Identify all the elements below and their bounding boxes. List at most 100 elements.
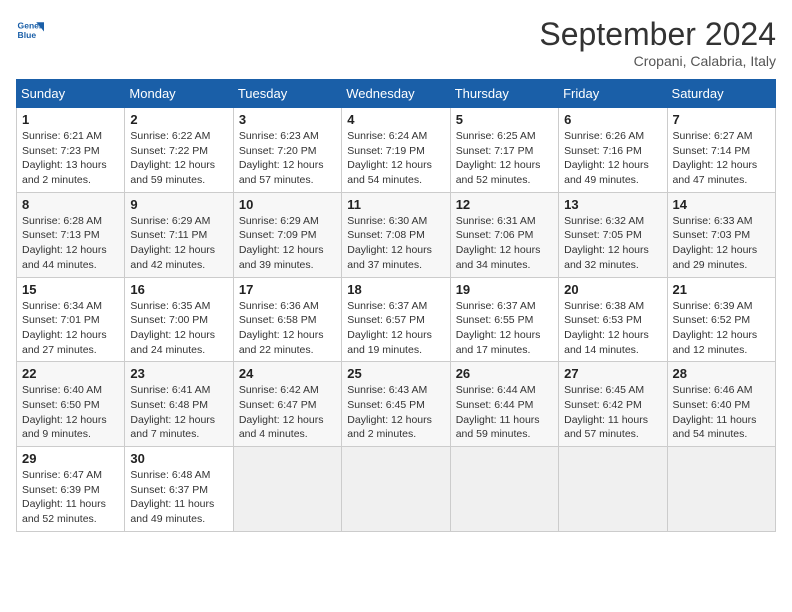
day-number: 3 — [239, 112, 336, 127]
calendar-day-cell: 1 Sunrise: 6:21 AMSunset: 7:23 PMDaylight… — [17, 108, 125, 193]
day-detail: Sunrise: 6:39 AMSunset: 6:52 PMDaylight:… — [673, 299, 770, 358]
calendar-day-cell: 28 Sunrise: 6:46 AMSunset: 6:40 PMDayligh… — [667, 362, 775, 447]
day-of-week-header: Friday — [559, 80, 667, 108]
day-number: 13 — [564, 197, 661, 212]
calendar-day-cell: 9 Sunrise: 6:29 AMSunset: 7:11 PMDaylight… — [125, 192, 233, 277]
calendar-day-cell: 5 Sunrise: 6:25 AMSunset: 7:17 PMDaylight… — [450, 108, 558, 193]
day-detail: Sunrise: 6:30 AMSunset: 7:08 PMDaylight:… — [347, 214, 444, 273]
day-number: 21 — [673, 282, 770, 297]
day-detail: Sunrise: 6:37 AMSunset: 6:55 PMDaylight:… — [456, 299, 553, 358]
calendar-day-cell: 21 Sunrise: 6:39 AMSunset: 6:52 PMDayligh… — [667, 277, 775, 362]
title-block: September 2024 Cropani, Calabria, Italy — [539, 16, 776, 69]
svg-text:Blue: Blue — [18, 30, 37, 40]
calendar-day-cell: 22 Sunrise: 6:40 AMSunset: 6:50 PMDayligh… — [17, 362, 125, 447]
day-detail: Sunrise: 6:25 AMSunset: 7:17 PMDaylight:… — [456, 129, 553, 188]
day-number: 18 — [347, 282, 444, 297]
day-of-week-header: Saturday — [667, 80, 775, 108]
calendar-day-cell — [559, 447, 667, 532]
day-detail: Sunrise: 6:27 AMSunset: 7:14 PMDaylight:… — [673, 129, 770, 188]
day-number: 5 — [456, 112, 553, 127]
calendar-day-cell: 16 Sunrise: 6:35 AMSunset: 7:00 PMDayligh… — [125, 277, 233, 362]
day-detail: Sunrise: 6:38 AMSunset: 6:53 PMDaylight:… — [564, 299, 661, 358]
day-detail: Sunrise: 6:32 AMSunset: 7:05 PMDaylight:… — [564, 214, 661, 273]
day-number: 25 — [347, 366, 444, 381]
day-number: 23 — [130, 366, 227, 381]
calendar-day-cell: 14 Sunrise: 6:33 AMSunset: 7:03 PMDayligh… — [667, 192, 775, 277]
calendar-day-cell: 19 Sunrise: 6:37 AMSunset: 6:55 PMDayligh… — [450, 277, 558, 362]
day-detail: Sunrise: 6:47 AMSunset: 6:39 PMDaylight:… — [22, 468, 119, 527]
day-number: 14 — [673, 197, 770, 212]
calendar-day-cell: 25 Sunrise: 6:43 AMSunset: 6:45 PMDayligh… — [342, 362, 450, 447]
logo-icon: General Blue — [16, 16, 44, 44]
day-number: 29 — [22, 451, 119, 466]
month-title: September 2024 — [539, 16, 776, 53]
day-number: 27 — [564, 366, 661, 381]
day-detail: Sunrise: 6:26 AMSunset: 7:16 PMDaylight:… — [564, 129, 661, 188]
calendar-day-cell: 18 Sunrise: 6:37 AMSunset: 6:57 PMDayligh… — [342, 277, 450, 362]
day-detail: Sunrise: 6:41 AMSunset: 6:48 PMDaylight:… — [130, 383, 227, 442]
calendar-day-cell: 3 Sunrise: 6:23 AMSunset: 7:20 PMDaylight… — [233, 108, 341, 193]
day-detail: Sunrise: 6:48 AMSunset: 6:37 PMDaylight:… — [130, 468, 227, 527]
day-number: 16 — [130, 282, 227, 297]
day-of-week-header: Wednesday — [342, 80, 450, 108]
day-detail: Sunrise: 6:37 AMSunset: 6:57 PMDaylight:… — [347, 299, 444, 358]
day-number: 1 — [22, 112, 119, 127]
day-detail: Sunrise: 6:33 AMSunset: 7:03 PMDaylight:… — [673, 214, 770, 273]
logo: General Blue — [16, 16, 44, 44]
day-number: 20 — [564, 282, 661, 297]
calendar-week-row: 1 Sunrise: 6:21 AMSunset: 7:23 PMDaylight… — [17, 108, 776, 193]
calendar-day-cell: 17Sunrise: 6:36 AMSunset: 6:58 PMDayligh… — [233, 277, 341, 362]
day-detail: Sunrise: 6:35 AMSunset: 7:00 PMDaylight:… — [130, 299, 227, 358]
calendar-day-cell: 12 Sunrise: 6:31 AMSunset: 7:06 PMDayligh… — [450, 192, 558, 277]
calendar-day-cell — [342, 447, 450, 532]
calendar-day-cell — [667, 447, 775, 532]
calendar-day-cell: 15 Sunrise: 6:34 AMSunset: 7:01 PMDayligh… — [17, 277, 125, 362]
day-detail: Sunrise: 6:46 AMSunset: 6:40 PMDaylight:… — [673, 383, 770, 442]
page-header: General Blue September 2024 Cropani, Cal… — [16, 16, 776, 69]
day-detail: Sunrise: 6:29 AMSunset: 7:11 PMDaylight:… — [130, 214, 227, 273]
day-number: 2 — [130, 112, 227, 127]
day-detail: Sunrise: 6:22 AMSunset: 7:22 PMDaylight:… — [130, 129, 227, 188]
calendar-week-row: 22 Sunrise: 6:40 AMSunset: 6:50 PMDayligh… — [17, 362, 776, 447]
day-number: 19 — [456, 282, 553, 297]
calendar-day-cell: 13 Sunrise: 6:32 AMSunset: 7:05 PMDayligh… — [559, 192, 667, 277]
day-detail: Sunrise: 6:21 AMSunset: 7:23 PMDaylight:… — [22, 129, 119, 188]
day-of-week-header: Monday — [125, 80, 233, 108]
day-detail: Sunrise: 6:24 AMSunset: 7:19 PMDaylight:… — [347, 129, 444, 188]
calendar-header-row: SundayMondayTuesdayWednesdayThursdayFrid… — [17, 80, 776, 108]
calendar-day-cell: 23 Sunrise: 6:41 AMSunset: 6:48 PMDayligh… — [125, 362, 233, 447]
calendar-day-cell — [233, 447, 341, 532]
calendar-day-cell: 26Sunrise: 6:44 AMSunset: 6:44 PMDayligh… — [450, 362, 558, 447]
day-detail: Sunrise: 6:34 AMSunset: 7:01 PMDaylight:… — [22, 299, 119, 358]
day-detail: Sunrise: 6:45 AMSunset: 6:42 PMDaylight:… — [564, 383, 661, 442]
day-of-week-header: Sunday — [17, 80, 125, 108]
day-detail: Sunrise: 6:44 AMSunset: 6:44 PMDaylight:… — [456, 383, 553, 442]
day-number: 30 — [130, 451, 227, 466]
calendar-day-cell: 4 Sunrise: 6:24 AMSunset: 7:19 PMDaylight… — [342, 108, 450, 193]
day-number: 6 — [564, 112, 661, 127]
location: Cropani, Calabria, Italy — [539, 53, 776, 69]
day-number: 28 — [673, 366, 770, 381]
day-number: 8 — [22, 197, 119, 212]
calendar-day-cell: 11 Sunrise: 6:30 AMSunset: 7:08 PMDayligh… — [342, 192, 450, 277]
day-detail: Sunrise: 6:40 AMSunset: 6:50 PMDaylight:… — [22, 383, 119, 442]
day-detail: Sunrise: 6:23 AMSunset: 7:20 PMDaylight:… — [239, 129, 336, 188]
day-detail: Sunrise: 6:43 AMSunset: 6:45 PMDaylight:… — [347, 383, 444, 442]
calendar-day-cell: 10Sunrise: 6:29 AMSunset: 7:09 PMDayligh… — [233, 192, 341, 277]
day-detail: Sunrise: 6:42 AMSunset: 6:47 PMDaylight:… — [239, 383, 336, 442]
calendar-week-row: 15 Sunrise: 6:34 AMSunset: 7:01 PMDayligh… — [17, 277, 776, 362]
day-number: 15 — [22, 282, 119, 297]
day-detail: Sunrise: 6:31 AMSunset: 7:06 PMDaylight:… — [456, 214, 553, 273]
day-number: 9 — [130, 197, 227, 212]
calendar-week-row: 29 Sunrise: 6:47 AMSunset: 6:39 PMDayligh… — [17, 447, 776, 532]
day-number: 22 — [22, 366, 119, 381]
day-of-week-header: Thursday — [450, 80, 558, 108]
day-number: 24 — [239, 366, 336, 381]
day-number: 12 — [456, 197, 553, 212]
calendar-day-cell: 8Sunrise: 6:28 AMSunset: 7:13 PMDaylight… — [17, 192, 125, 277]
calendar-day-cell: 7Sunrise: 6:27 AMSunset: 7:14 PMDaylight… — [667, 108, 775, 193]
day-detail: Sunrise: 6:36 AMSunset: 6:58 PMDaylight:… — [239, 299, 336, 358]
calendar-day-cell: 24 Sunrise: 6:42 AMSunset: 6:47 PMDayligh… — [233, 362, 341, 447]
day-number: 11 — [347, 197, 444, 212]
day-number: 4 — [347, 112, 444, 127]
